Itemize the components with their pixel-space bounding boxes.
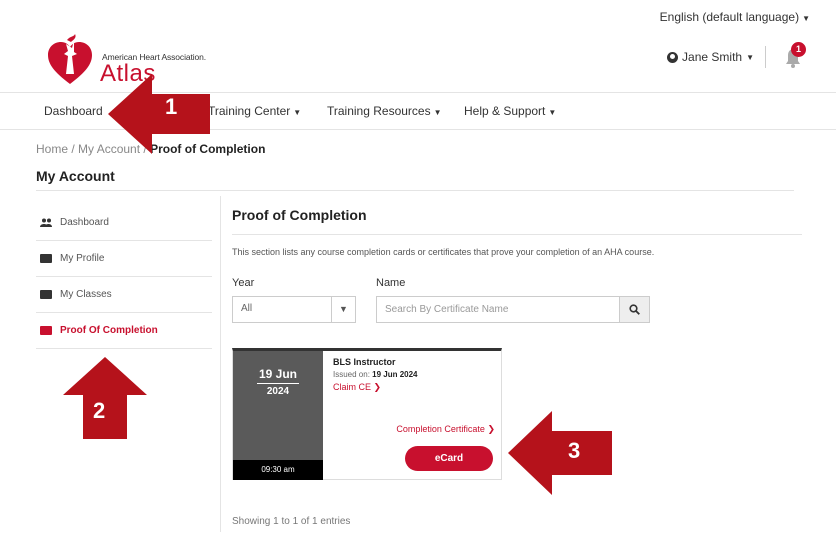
search-button[interactable] [619, 297, 649, 322]
chevron-down-icon: ▼ [548, 108, 557, 117]
language-selector[interactable]: English (default language) ▼ [660, 10, 810, 24]
id-card-icon [40, 290, 52, 299]
nav-help-support-label: Help & Support [464, 104, 546, 118]
notification-badge: 1 [791, 42, 806, 57]
id-card-icon [40, 326, 52, 335]
card-info: BLS Instructor Issued on: 19 Jun 2024 Cl… [333, 357, 418, 393]
entries-count: Showing 1 to 1 of 1 entries [232, 516, 351, 527]
issued-date: 19 Jun 2024 [372, 370, 418, 379]
card-title: BLS Instructor [333, 357, 396, 367]
nav-dashboard[interactable]: Dashboard [44, 104, 103, 118]
sidebar-item-my-profile[interactable]: My Profile [36, 241, 212, 277]
ecard-button[interactable]: eCard [405, 446, 493, 471]
section-divider [232, 234, 802, 235]
notifications-button[interactable]: 1 [778, 42, 808, 70]
annotation-arrow-3 [508, 411, 612, 495]
card-issued: Issued on: 19 Jun 2024 [333, 370, 418, 379]
user-name: Jane Smith [682, 50, 743, 64]
section-title: Proof of Completion [232, 207, 367, 223]
chevron-down-icon: ▼ [433, 108, 442, 117]
id-card-icon [40, 254, 52, 263]
section-description: This section lists any course completion… [232, 247, 655, 257]
user-icon [667, 51, 679, 63]
sidebar: Dashboard My Profile My Classes Proof Of… [36, 205, 212, 349]
nav-help-support[interactable]: Help & Support ▼ [464, 104, 556, 118]
year-select[interactable]: All ▼ [232, 296, 356, 323]
chevron-down-icon: ▼ [293, 108, 302, 117]
card-year: 2024 [266, 386, 290, 397]
name-label: Name [376, 277, 406, 289]
annotation-number-2: 2 [93, 398, 106, 423]
chevron-right-icon: ❯ [487, 424, 495, 434]
annotation-number-1: 1 [165, 94, 178, 119]
chevron-down-icon: ▼ [331, 297, 355, 322]
year-label: Year [232, 277, 255, 289]
sidebar-item-dashboard[interactable]: Dashboard [36, 205, 212, 241]
annotation-arrow-1 [108, 74, 210, 154]
search-input[interactable] [377, 297, 617, 322]
sidebar-divider [220, 196, 221, 532]
sidebar-item-label: My Profile [60, 253, 105, 264]
title-divider [36, 190, 794, 191]
header-divider [765, 46, 766, 68]
annotation-number-3: 3 [568, 438, 581, 463]
year-select-value: All [241, 303, 253, 314]
sidebar-item-label: Proof Of Completion [60, 325, 158, 336]
search-icon [629, 304, 640, 315]
sidebar-item-label: Dashboard [60, 217, 109, 228]
chevron-right-icon: ❯ [373, 382, 382, 392]
card-time: 09:30 am [233, 460, 323, 480]
sidebar-item-label: My Classes [60, 289, 112, 300]
claim-ce-label: Claim CE [333, 382, 372, 392]
user-menu[interactable]: Jane Smith ▼ [667, 50, 754, 64]
nav-training-resources[interactable]: Training Resources ▼ [327, 104, 442, 118]
certificate-search [376, 296, 650, 323]
sidebar-item-proof-of-completion[interactable]: Proof Of Completion [36, 313, 212, 349]
card-date-panel: 19 Jun 2024 09:30 am [233, 351, 323, 480]
page-title: My Account [36, 168, 115, 184]
certificate-card: 19 Jun 2024 09:30 am BLS Instructor Issu… [232, 348, 502, 480]
nav-dashboard-label: Dashboard [44, 104, 103, 118]
nav-training-center[interactable]: Training Center ▼ [208, 104, 301, 118]
completion-certificate-link[interactable]: Completion Certificate ❯ [396, 424, 495, 435]
people-icon [40, 218, 52, 227]
heart-torch-icon [48, 34, 92, 84]
issued-label: Issued on: [333, 370, 373, 379]
chevron-down-icon: ▼ [746, 52, 754, 62]
nav-training-center-label: Training Center [208, 104, 291, 118]
chevron-down-icon: ▼ [802, 14, 810, 23]
nav-training-resources-label: Training Resources [327, 104, 431, 118]
breadcrumb-home[interactable]: Home [36, 142, 68, 156]
sidebar-item-my-classes[interactable]: My Classes [36, 277, 212, 313]
date-underline [257, 383, 299, 384]
card-day-month: 19 Jun [258, 367, 297, 381]
language-label: English (default language) [659, 10, 800, 24]
claim-ce-link[interactable]: Claim CE ❯ [333, 382, 418, 393]
breadcrumb-separator: / [68, 142, 79, 156]
completion-certificate-label: Completion Certificate [396, 424, 485, 434]
